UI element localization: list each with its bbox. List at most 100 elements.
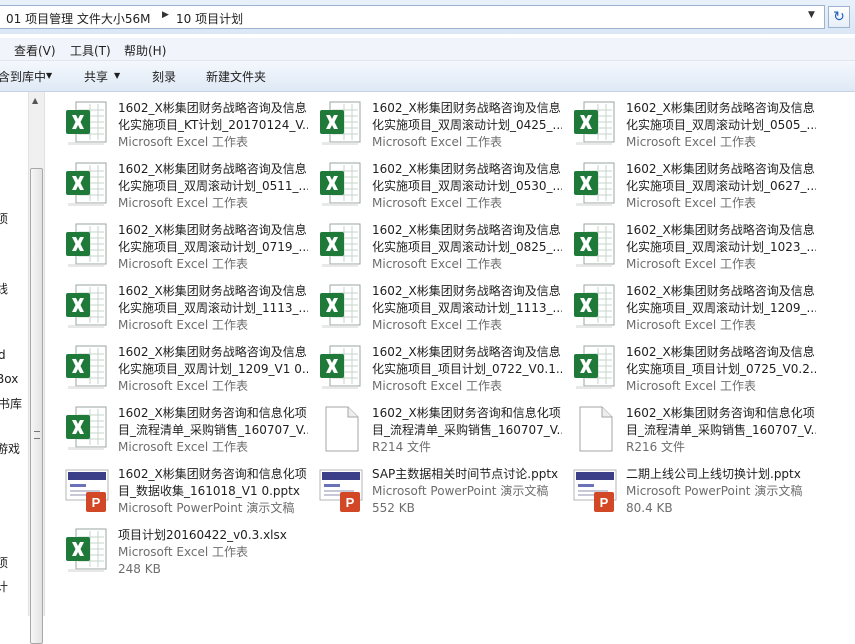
file-name: 1602_X彬集团财务战略咨询及信息 化实施项目_双周滚动计划_1113_... <box>118 284 308 315</box>
excel-file-icon <box>572 100 618 148</box>
file-item[interactable]: 1602_X彬集团财务战略咨询及信息 化实施项目_双周滚动计划_0505_...… <box>554 94 816 154</box>
breadcrumb-separator-icon[interactable]: ▶ <box>162 10 169 20</box>
file-size: 248 KB <box>118 562 161 576</box>
excel-file-icon <box>572 222 618 270</box>
refresh-button[interactable]: ↻ <box>828 6 850 28</box>
file-name: 1602_X彬集团财务咨询和信息化项 目_流程清单_采购销售_160707_V.… <box>626 406 816 437</box>
share-dropdown-icon[interactable]: ▼ <box>114 71 120 80</box>
file-name: 1602_X彬集团财务战略咨询及信息 化实施项目_双周滚动计划_1113_... <box>372 284 562 315</box>
nav-item[interactable]: Box <box>0 372 18 386</box>
file-type: Microsoft Excel 工作表 <box>118 379 249 393</box>
menu-tools[interactable]: 工具(T) <box>70 42 111 59</box>
file-type: Microsoft Excel 工作表 <box>372 379 503 393</box>
excel-file-icon <box>64 283 110 331</box>
file-type: Microsoft Excel 工作表 <box>626 135 757 149</box>
file-item[interactable]: P 1602_X彬集团财务咨询和信息化项 目_数据收集_161018_V1 0.… <box>46 460 307 520</box>
breadcrumb-parent[interactable]: 01 项目管理 文件大小56M <box>6 10 151 27</box>
generic-file-icon <box>318 405 364 453</box>
svg-text:P: P <box>346 495 355 510</box>
nav-item[interactable]: 项 <box>0 554 8 571</box>
file-item[interactable]: 1602_X彬集团财务战略咨询及信息 化实施项目_项目计划_0722_V0.1.… <box>300 338 562 398</box>
file-item[interactable]: P 二期上线公司上线切换计划.pptx Microsoft PowerPoint … <box>554 460 804 520</box>
menu-view[interactable]: 查看(V) <box>14 42 56 59</box>
file-name: 1602_X彬集团财务咨询和信息化项 目_流程清单_采购销售_160707_V.… <box>372 406 562 437</box>
file-type: Microsoft Excel 工作表 <box>626 196 757 210</box>
excel-file-icon <box>64 100 110 148</box>
file-list: 1602_X彬集团财务战略咨询及信息 化实施项目_KT计划_20170124_V… <box>46 92 855 616</box>
navigation-pane: 项 线 d Box 书库 游戏 项 计 <box>0 92 28 616</box>
file-type: Microsoft Excel 工作表 <box>118 440 249 454</box>
file-name: 1602_X彬集团财务战略咨询及信息 化实施项目_双周计划_1209_V1 0.… <box>118 345 308 376</box>
file-name: 1602_X彬集团财务战略咨询及信息 化实施项目_双周滚动计划_1209_... <box>626 284 816 315</box>
excel-file-icon <box>318 222 364 270</box>
excel-file-icon <box>318 344 364 392</box>
burn-button[interactable]: 刻录 <box>152 68 176 85</box>
nav-item[interactable]: 计 <box>0 578 8 595</box>
file-type: Microsoft Excel 工作表 <box>626 379 757 393</box>
refresh-icon: ↻ <box>833 9 845 25</box>
nav-item[interactable]: 书库 <box>0 395 22 412</box>
navigation-scrollbar[interactable]: ▲ <box>28 92 45 644</box>
include-in-library-button[interactable]: 包含到库中 <box>0 68 46 85</box>
excel-file-icon <box>318 161 364 209</box>
excel-file-icon <box>572 161 618 209</box>
new-folder-button[interactable]: 新建文件夹 <box>206 68 266 85</box>
scrollbar-thumb[interactable] <box>30 168 43 644</box>
file-name: SAP主数据相关时间节点讨论.pptx <box>372 467 559 481</box>
file-type: Microsoft Excel 工作表 <box>626 257 757 271</box>
file-item[interactable]: 1602_X彬集团财务战略咨询及信息 化实施项目_双周滚动计划_0719_...… <box>46 216 308 276</box>
nav-item[interactable]: 项 <box>0 210 8 227</box>
share-button[interactable]: 共享 <box>84 68 108 85</box>
file-type: Microsoft Excel 工作表 <box>118 135 249 149</box>
breadcrumb-current[interactable]: 10 项目计划 <box>176 10 243 27</box>
nav-item[interactable]: 线 <box>0 280 8 297</box>
powerpoint-file-icon: P <box>318 466 364 514</box>
file-type: R214 文件 <box>372 440 432 454</box>
file-item[interactable]: 1602_X彬集团财务战略咨询及信息 化实施项目_双周滚动计划_1209_...… <box>554 277 816 337</box>
file-item[interactable]: 1602_X彬集团财务战略咨询及信息 化实施项目_KT计划_20170124_V… <box>46 94 308 154</box>
file-item[interactable]: 1602_X彬集团财务战略咨询及信息 化实施项目_双周计划_1209_V1 0.… <box>46 338 308 398</box>
menu-help[interactable]: 帮助(H) <box>124 42 166 59</box>
file-name: 1602_X彬集团财务咨询和信息化项 目_数据收集_161018_V1 0.pp… <box>118 467 307 498</box>
file-item[interactable]: 1602_X彬集团财务战略咨询及信息 化实施项目_双周滚动计划_1113_...… <box>46 277 308 337</box>
excel-file-icon <box>64 405 110 453</box>
powerpoint-file-icon: P <box>64 466 110 514</box>
generic-file-icon <box>572 405 618 453</box>
file-item[interactable]: P SAP主数据相关时间节点讨论.pptx Microsoft PowerPoin… <box>300 460 558 520</box>
excel-file-icon <box>64 527 110 575</box>
file-type: Microsoft Excel 工作表 <box>118 257 249 271</box>
include-library-dropdown-icon[interactable]: ▼ <box>46 71 52 80</box>
file-item[interactable]: 1602_X彬集团财务咨询和信息化项 目_流程清单_采购销售_160707_V.… <box>300 399 562 459</box>
excel-file-icon <box>318 283 364 331</box>
file-item[interactable]: 1602_X彬集团财务战略咨询及信息 化实施项目_双周滚动计划_0825_...… <box>300 216 562 276</box>
file-name: 1602_X彬集团财务战略咨询及信息 化实施项目_双周滚动计划_0719_... <box>118 223 308 254</box>
file-name: 1602_X彬集团财务战略咨询及信息 化实施项目_双周滚动计划_0825_... <box>372 223 562 254</box>
file-type: Microsoft PowerPoint 演示文稿 <box>372 484 549 498</box>
file-item[interactable]: 1602_X彬集团财务战略咨询及信息 化实施项目_双周滚动计划_0627_...… <box>554 155 816 215</box>
menu-bar: 查看(V) 工具(T) 帮助(H) <box>0 38 855 61</box>
file-name: 1602_X彬集团财务战略咨询及信息 化实施项目_双周滚动计划_0530_... <box>372 162 562 193</box>
nav-item[interactable]: 游戏 <box>0 440 20 457</box>
file-name: 项目计划20160422_v0.3.xlsx <box>118 528 287 542</box>
file-item[interactable]: 1602_X彬集团财务战略咨询及信息 化实施项目_双周滚动计划_1113_...… <box>300 277 562 337</box>
file-item[interactable]: 1602_X彬集团财务战略咨询及信息 化实施项目_双周滚动计划_1023_...… <box>554 216 816 276</box>
svg-text:P: P <box>600 495 609 510</box>
file-item[interactable]: 1602_X彬集团财务战略咨询及信息 化实施项目_双周滚动计划_0425_...… <box>300 94 562 154</box>
file-type: R216 文件 <box>626 440 686 454</box>
file-item[interactable]: 1602_X彬集团财务战略咨询及信息 化实施项目_项目计划_0725_V0.2.… <box>554 338 816 398</box>
file-item[interactable]: 1602_X彬集团财务战略咨询及信息 化实施项目_双周滚动计划_0530_...… <box>300 155 562 215</box>
file-type: Microsoft Excel 工作表 <box>372 135 503 149</box>
nav-item[interactable]: d <box>0 348 6 362</box>
file-item[interactable]: 1602_X彬集团财务战略咨询及信息 化实施项目_双周滚动计划_0511_...… <box>46 155 308 215</box>
file-name: 1602_X彬集团财务战略咨询及信息 化实施项目_双周滚动计划_0627_... <box>626 162 816 193</box>
file-item[interactable]: 1602_X彬集团财务咨询和信息化项 目_流程清单_采购销售_160707_V.… <box>554 399 816 459</box>
file-item[interactable]: 1602_X彬集团财务咨询和信息化项 目_流程清单_采购销售_160707_V.… <box>46 399 308 459</box>
file-item[interactable]: 项目计划20160422_v0.3.xlsx Microsoft Excel 工作… <box>46 521 296 581</box>
file-size: 552 KB <box>372 501 415 515</box>
file-type: Microsoft PowerPoint 演示文稿 <box>118 501 295 515</box>
file-name: 1602_X彬集团财务战略咨询及信息 化实施项目_双周滚动计划_1023_... <box>626 223 816 254</box>
scroll-up-icon[interactable]: ▲ <box>32 96 38 105</box>
address-history-dropdown-icon[interactable]: ▼ <box>808 10 815 20</box>
file-name: 1602_X彬集团财务战略咨询及信息 化实施项目_项目计划_0722_V0.1.… <box>372 345 562 376</box>
address-bar[interactable]: 01 项目管理 文件大小56M ▶ 10 项目计划 ▼ <box>0 5 825 29</box>
